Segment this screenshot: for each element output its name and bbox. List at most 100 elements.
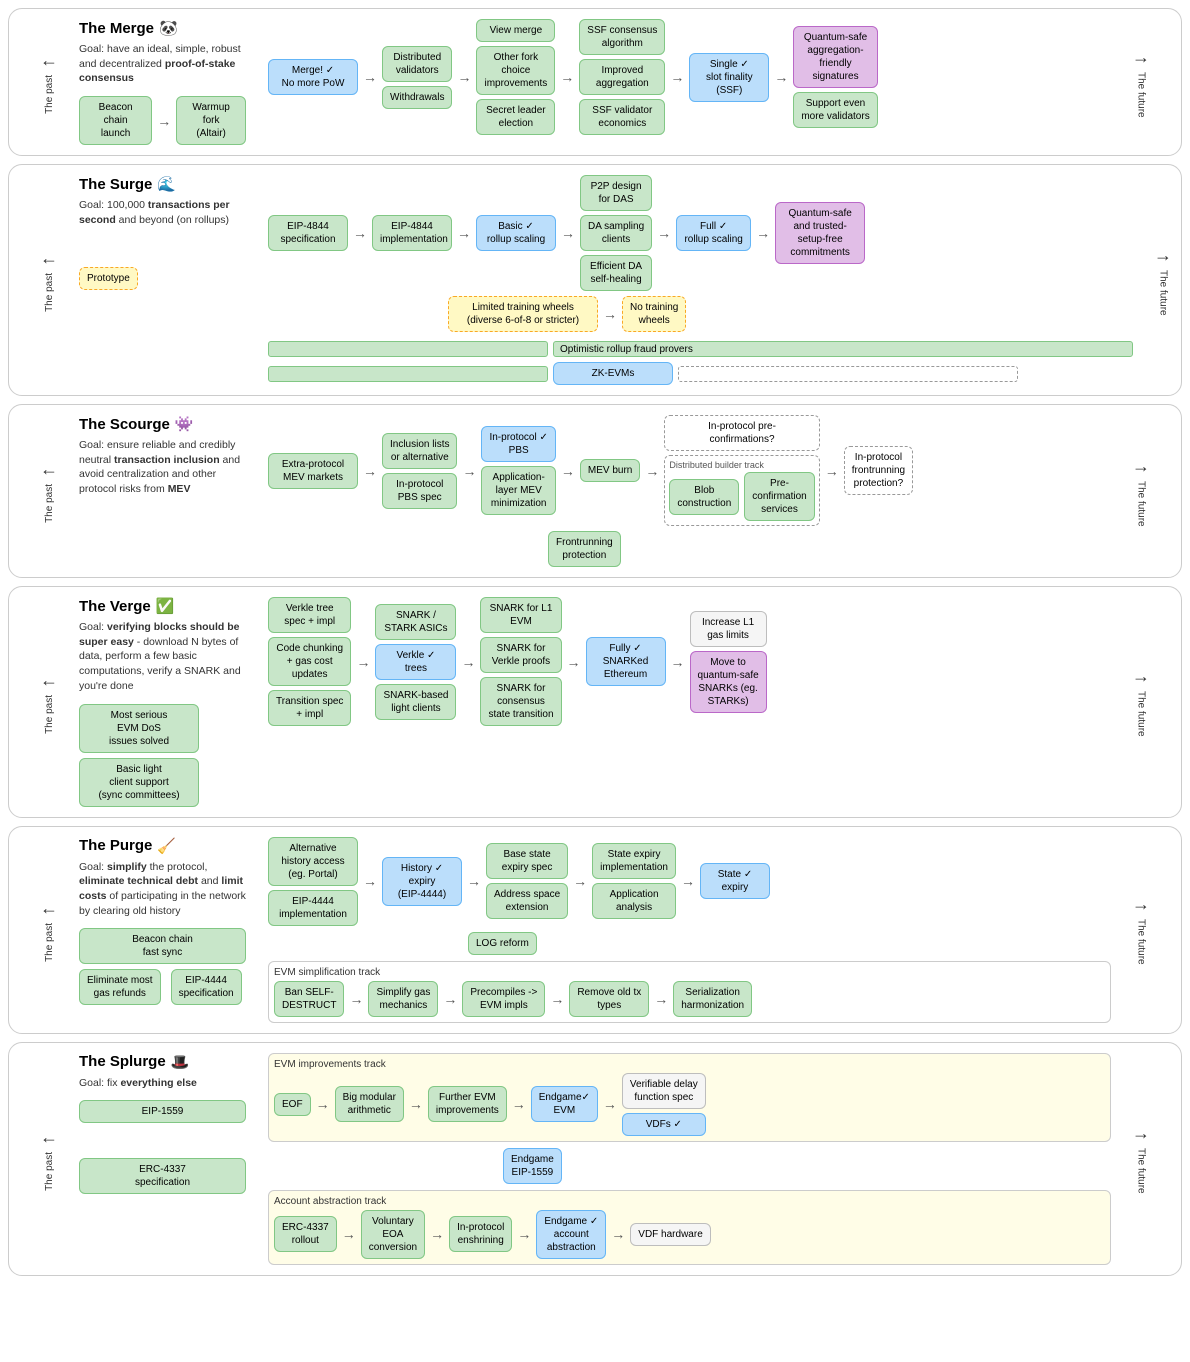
surge-content: EIP-4844specification → EIP-4844implemen…: [254, 175, 1133, 385]
merge-header: The Merge 🐼 Goal: have an ideal, simple,…: [79, 19, 254, 145]
roadmap-container: ← The past The Merge 🐼 Goal: have an ide…: [8, 8, 1182, 1276]
bar-zkevm-future: [678, 366, 1018, 382]
purge-log-row: LOG reform: [468, 932, 1111, 955]
node-voluntary-eoa: VoluntaryEOAconversion: [361, 1210, 425, 1259]
splurge-goal: Goal: fix everything else: [79, 1076, 246, 1091]
right-arrow-scourge: → The future: [1111, 415, 1171, 567]
splurge-title: The Splurge 🎩: [79, 1053, 246, 1071]
node-warmup-fork: Warmup fork(Altair): [176, 96, 246, 145]
merge-goal: Goal: have an ideal, simple, robust and …: [79, 42, 246, 86]
node-prototype: Prototype: [79, 267, 138, 290]
merge-col3: SSF consensusalgorithm Improvedaggregati…: [579, 19, 665, 135]
node-quantum-safe-sigs: Quantum-safeaggregation-friendlysignatur…: [793, 26, 877, 88]
node-inclusion-lists: Inclusion listsor alternative: [382, 433, 457, 469]
splurge-past-nodes: EIP-1559 ERC-4337specification: [79, 1100, 246, 1194]
node-erc4337-rollout: ERC-4337rollout: [274, 1216, 337, 1252]
node-remove-old-tx: Remove old txtypes: [569, 981, 649, 1017]
left-arrow-purge: ← The past: [19, 837, 79, 1023]
scourge-title: The Scourge 👾: [79, 415, 246, 433]
node-limited-training: Limited training wheels(diverse 6-of-8 o…: [448, 296, 598, 332]
right-arrow-splurge: → The future: [1111, 1053, 1171, 1265]
merge-col1: Distributedvalidators Withdrawals: [382, 46, 452, 109]
node-inprotocol-pbs: In-protocol ✓PBS: [481, 426, 555, 462]
merge-content: Merge! ✓No more PoW → Distributedvalidat…: [254, 19, 1111, 145]
node-endgame-aa: Endgame ✓accountabstraction: [536, 1210, 606, 1259]
scourge-col2: In-protocol ✓PBS Application-layer MEVmi…: [481, 426, 555, 515]
surge-bar2-row: ZK-EVMs: [268, 362, 1133, 385]
node-history-expiry: History ✓expiry(EIP-4444): [382, 857, 462, 906]
node-frontrunning-track: Frontrunningprotection: [548, 531, 621, 567]
node-withdrawals: Withdrawals: [382, 86, 452, 109]
right-arrow-verge: → The future: [1111, 597, 1171, 806]
scourge-row2: Frontrunningprotection: [548, 531, 1111, 567]
splurge-vdf-col: Verifiable delayfunction spec VDFs ✓: [622, 1073, 706, 1136]
merge-title: The Merge 🐼: [79, 19, 246, 37]
node-inprotocol-enshrining: In-protocolenshrining: [449, 1216, 512, 1252]
verge-title: The Verge ✅: [79, 597, 246, 615]
purge-header: The Purge 🧹 Goal: simplify the protocol,…: [79, 837, 254, 1023]
node-inprotocol-preconf: In-protocol pre-confirmations?: [664, 415, 819, 451]
bar-optimistic-past: [268, 341, 548, 357]
section-merge: ← The past The Merge 🐼 Goal: have an ide…: [8, 8, 1182, 156]
node-beacon-chain: Beacon chainlaunch: [79, 96, 152, 145]
node-extra-protocol: Extra-protocolMEV markets: [268, 453, 358, 489]
node-secret-leader: Secret leaderelection: [476, 99, 555, 135]
right-arrow-merge: → The future: [1111, 19, 1171, 145]
node-eliminate-gas-refunds: Eliminate mostgas refunds: [79, 969, 161, 1005]
verge-col4: Increase L1gas limits Move toquantum-saf…: [690, 611, 767, 713]
left-arrow-verge: ← The past: [19, 597, 79, 806]
node-verkle-trees: Verkle ✓trees: [375, 644, 456, 680]
node-snark-verkle: SNARK forVerkle proofs: [480, 637, 561, 673]
surge-title: The Surge 🌊: [79, 175, 246, 193]
splurge-evm-track: EVM improvements track EOF → Big modular…: [268, 1053, 1111, 1142]
left-arrow-surge: ← The past: [19, 175, 79, 385]
splurge-aa-label: Account abstraction track: [274, 1196, 1105, 1207]
surge-das-col: P2P designfor DAS DA samplingclients Eff…: [580, 175, 652, 291]
purge-title: The Purge 🧹: [79, 837, 246, 855]
node-eip4844-impl: EIP-4844implementation: [372, 215, 452, 251]
node-state-expiry-impl: State expiryimplementation: [592, 843, 676, 879]
bar-zkevm-current: ZK-EVMs: [553, 362, 673, 385]
node-p2p-das: P2P designfor DAS: [580, 175, 652, 211]
purge-evm-label: EVM simplification track: [274, 967, 1105, 978]
surge-training-row: Limited training wheels(diverse 6-of-8 o…: [448, 296, 1133, 332]
node-endgame-evm: Endgame✓EVM: [531, 1086, 598, 1122]
node-snark-l1: SNARK for L1EVM: [480, 597, 561, 633]
purge-evm-row: Ban SELF-DESTRUCT → Simplify gasmechanic…: [274, 981, 1105, 1017]
node-preconf-services: Pre-confirmationservices: [744, 472, 814, 521]
section-verge: ← The past The Verge ✅ Goal: verifying b…: [8, 586, 1182, 817]
purge-col2: Base stateexpiry spec Address spaceexten…: [486, 843, 568, 919]
node-merge: Merge! ✓No more PoW: [268, 59, 358, 95]
verge-content: Verkle treespec + impl Code chunking+ ga…: [254, 597, 1111, 806]
verge-row1: Verkle treespec + impl Code chunking+ ga…: [268, 597, 1111, 726]
scourge-goal: Goal: ensure reliable and credibly neutr…: [79, 438, 246, 497]
node-snark-consensus: SNARK forconsensusstate transition: [480, 677, 561, 726]
node-simplify-gas: Simplify gasmechanics: [368, 981, 438, 1017]
node-view-merge: View merge: [476, 19, 555, 42]
node-eip4444-spec: EIP-4444specification: [171, 969, 242, 1005]
node-quantum-snarks: Move toquantum-safeSNARKs (eg.STARKs): [690, 651, 767, 713]
node-eip4844-spec: EIP-4844specification: [268, 215, 348, 251]
node-full-rollup: Full ✓rollup scaling: [676, 215, 751, 251]
scourge-header: The Scourge 👾 Goal: ensure reliable and …: [79, 415, 254, 567]
node-code-chunking: Code chunking+ gas costupdates: [268, 637, 351, 686]
surge-row1: EIP-4844specification → EIP-4844implemen…: [268, 175, 1133, 291]
verge-past-nodes: Most seriousEVM DoSissues solved Basic l…: [79, 704, 246, 807]
right-arrow-surge: → The future: [1133, 175, 1190, 385]
verge-col2: SNARK for L1EVM SNARK forVerkle proofs S…: [480, 597, 561, 726]
section-purge: ← The past The Purge 🧹 Goal: simplify th…: [8, 826, 1182, 1034]
node-support-more-validators: Support evenmore validators: [793, 92, 877, 128]
splurge-evm-row: EOF → Big modulararithmetic → Further EV…: [274, 1073, 1105, 1136]
merge-col5: Quantum-safeaggregation-friendlysignatur…: [793, 26, 877, 128]
surge-goal: Goal: 100,000 transactions per second an…: [79, 198, 246, 227]
node-quantum-safe-commit: Quantum-safeand trusted-setup-freecommit…: [775, 202, 865, 264]
merge-row1: Merge! ✓No more PoW → Distributedvalidat…: [268, 19, 1111, 135]
bar-optimistic-text: Optimistic rollup fraud provers: [553, 341, 1133, 357]
merge-past-nodes: Beacon chainlaunch → Warmup fork(Altair): [79, 96, 246, 145]
verge-col1: SNARK /STARK ASICs Verkle ✓trees SNARK-b…: [375, 604, 456, 720]
purge-content: Alternativehistory access(eg. Portal) EI…: [254, 837, 1111, 1023]
node-snark-light-clients: SNARK-basedlight clients: [375, 684, 456, 720]
section-surge: ← The past The Surge 🌊 Goal: 100,000 tra…: [8, 164, 1182, 396]
node-vdfs: VDFs ✓: [622, 1113, 706, 1136]
verge-col0: Verkle treespec + impl Code chunking+ ga…: [268, 597, 351, 726]
